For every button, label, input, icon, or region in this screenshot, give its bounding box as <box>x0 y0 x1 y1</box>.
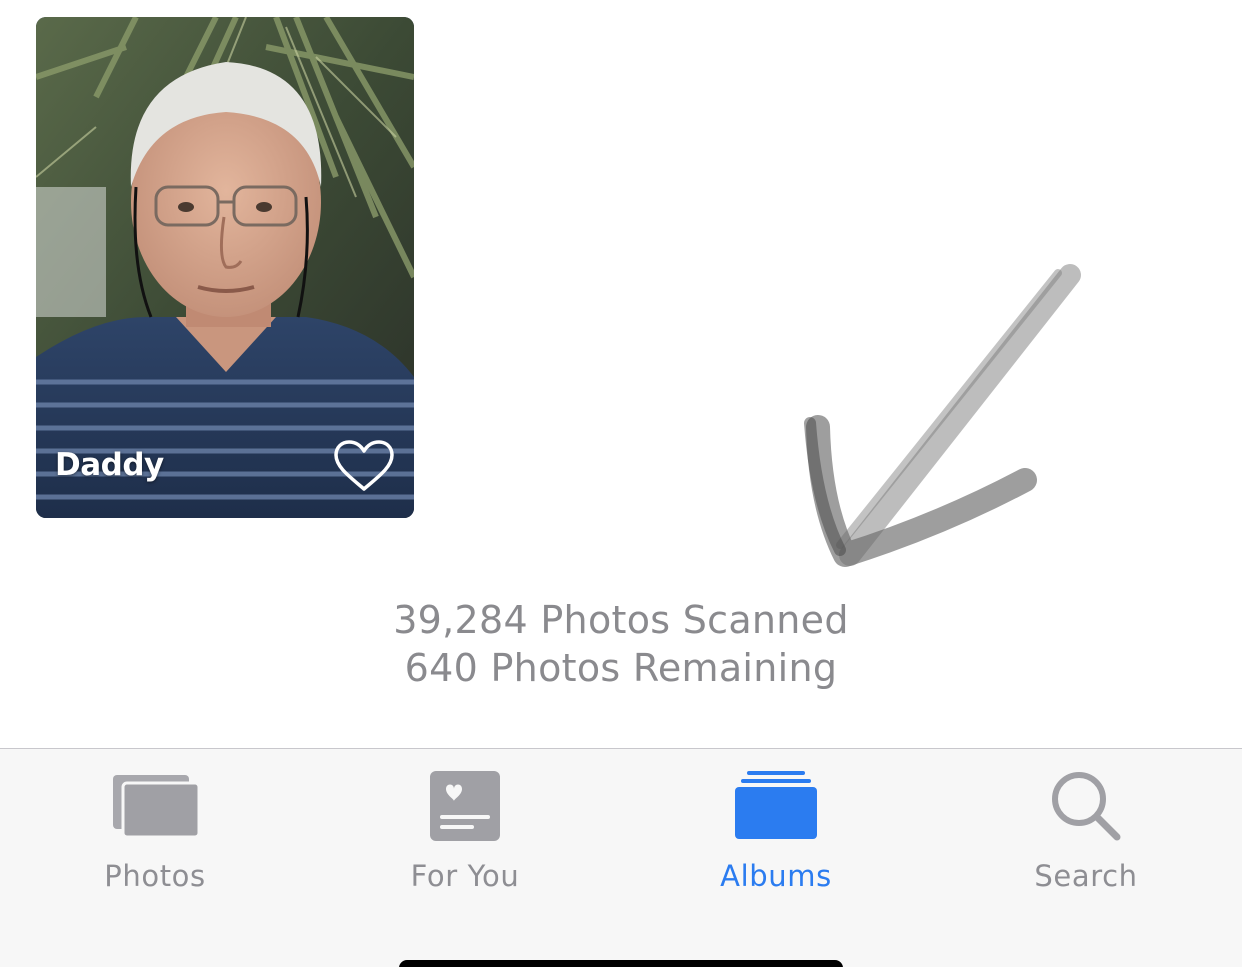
tab-albums[interactable]: Albums <box>621 749 931 909</box>
search-icon <box>1052 772 1121 841</box>
photos-scanned-text: 39,284 Photos Scanned <box>393 598 849 642</box>
drawn-arrow-annotation <box>804 264 1081 567</box>
people-album-screen: Daddy 39,284 Photos Scanned 640 Photos R… <box>0 0 1242 967</box>
person-name: Daddy <box>55 447 164 483</box>
person-card[interactable]: Daddy <box>36 17 414 518</box>
heart-outline-icon <box>334 440 394 491</box>
photos-icon <box>113 775 200 839</box>
tab-bar: Photos For You Albums Search <box>0 748 1242 967</box>
tab-label: Albums <box>720 859 832 893</box>
tab-search[interactable]: Search <box>931 749 1241 909</box>
tab-label: Photos <box>104 859 206 893</box>
tab-photos[interactable]: Photos <box>0 749 310 909</box>
home-indicator[interactable] <box>399 960 843 967</box>
photos-remaining-text: 640 Photos Remaining <box>404 646 838 690</box>
tab-label: Search <box>1034 859 1138 893</box>
tab-label: For You <box>410 859 520 893</box>
tab-for-you[interactable]: For You <box>310 749 620 909</box>
for-you-icon <box>430 771 500 841</box>
scan-status: 39,284 Photos Scanned 640 Photos Remaini… <box>0 596 1242 692</box>
favorite-button[interactable] <box>332 439 396 493</box>
albums-icon <box>735 771 817 839</box>
